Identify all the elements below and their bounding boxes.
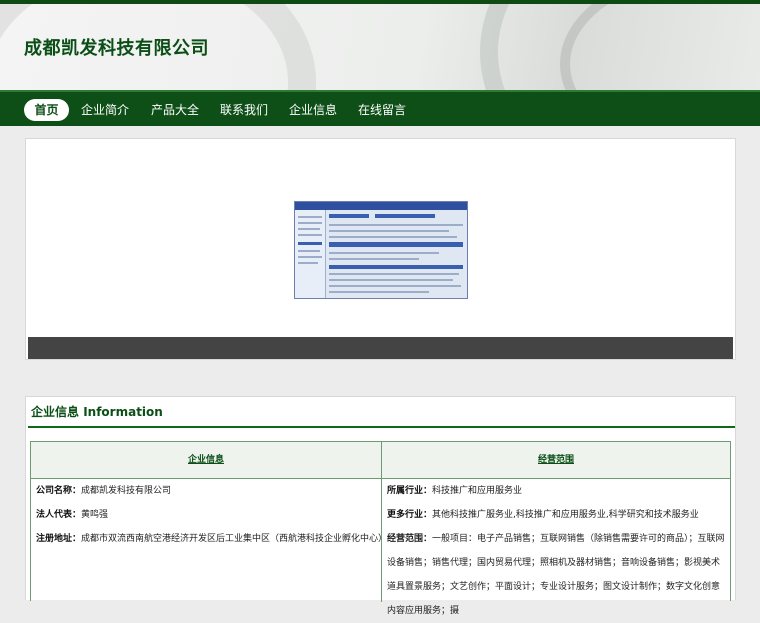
address-value: 成都市双流西南航空港经济开发区后工业集中区（西航港科技企业孵化中心） [81,534,388,544]
scope-label: 经营范围： [387,534,433,544]
company-info-column: 企业信息 公司名称：成都凯发科技有限公司 法人代表：黄鸣强 注册地址：成都市双流… [31,442,387,602]
column-header-company-info[interactable]: 企业信息 [31,442,381,479]
company-name-label: 公司名称： [36,486,82,496]
nav-item-contact[interactable]: 联系我们 [219,99,269,121]
main-nav: 首页 企业简介 产品大全 联系我们 企业信息 在线留言 [0,90,760,126]
industry-label: 所属行业： [387,486,433,496]
more-industry-row: 更多行业：其他科技推广服务业,科技推广和应用服务业,科学研究和技术服务业 [382,503,730,527]
info-table: 企业信息 公司名称：成都凯发科技有限公司 法人代表：黄鸣强 注册地址：成都市双流… [30,441,731,616]
nav-item-company-info[interactable]: 企业信息 [288,99,338,121]
nav-item-products[interactable]: 产品大全 [150,99,200,121]
address-row: 注册地址：成都市双流西南航空港经济开发区后工业集中区（西航港科技企业孵化中心） [31,527,387,551]
legal-rep-value: 黄鸣强 [81,510,109,520]
banner-screenshot-image[interactable] [294,201,468,299]
scope-value: 一般项目：电子产品销售；互联网销售（除销售需要许可的商品）；互联网设备销售；销售… [387,534,725,616]
more-industry-label: 更多行业： [387,510,433,520]
section-title-cn: 企业信息 [31,405,80,419]
site-title[interactable]: 成都凯发科技有限公司 [24,34,209,60]
banner-caption-bar [28,337,733,359]
company-name-value: 成都凯发科技有限公司 [81,486,172,496]
legal-rep-label: 法人代表： [36,510,82,520]
business-scope-column: 经营范围 所属行业：科技推广和应用服务业 更多行业：其他科技推广服务业,科技推广… [382,442,730,616]
address-label: 注册地址： [36,534,82,544]
more-industry-value: 其他科技推广服务业,科技推广和应用服务业,科学研究和技术服务业 [432,510,699,520]
nav-item-message[interactable]: 在线留言 [357,99,407,121]
industry-row: 所属行业：科技推广和应用服务业 [382,479,730,503]
legal-rep-row: 法人代表：黄鸣强 [31,503,381,527]
industry-value: 科技推广和应用服务业 [432,486,523,496]
site-header: 成都凯发科技有限公司 [0,4,760,90]
banner [25,138,736,360]
section-title-en: Information [83,405,163,419]
header-decoration [560,4,760,90]
section-title: 企业信息 Information [31,403,163,420]
company-info-section: 企业信息 Information 企业信息 公司名称：成都凯发科技有限公司 法人… [25,396,736,616]
company-name-row: 公司名称：成都凯发科技有限公司 [31,479,381,503]
column-header-business-scope[interactable]: 经营范围 [382,442,730,479]
section-divider [28,426,735,428]
nav-item-about[interactable]: 企业简介 [80,99,130,121]
scope-row: 经营范围：一般项目：电子产品销售；互联网销售（除销售需要许可的商品）；互联网设备… [382,527,730,623]
nav-item-home[interactable]: 首页 [24,99,69,121]
